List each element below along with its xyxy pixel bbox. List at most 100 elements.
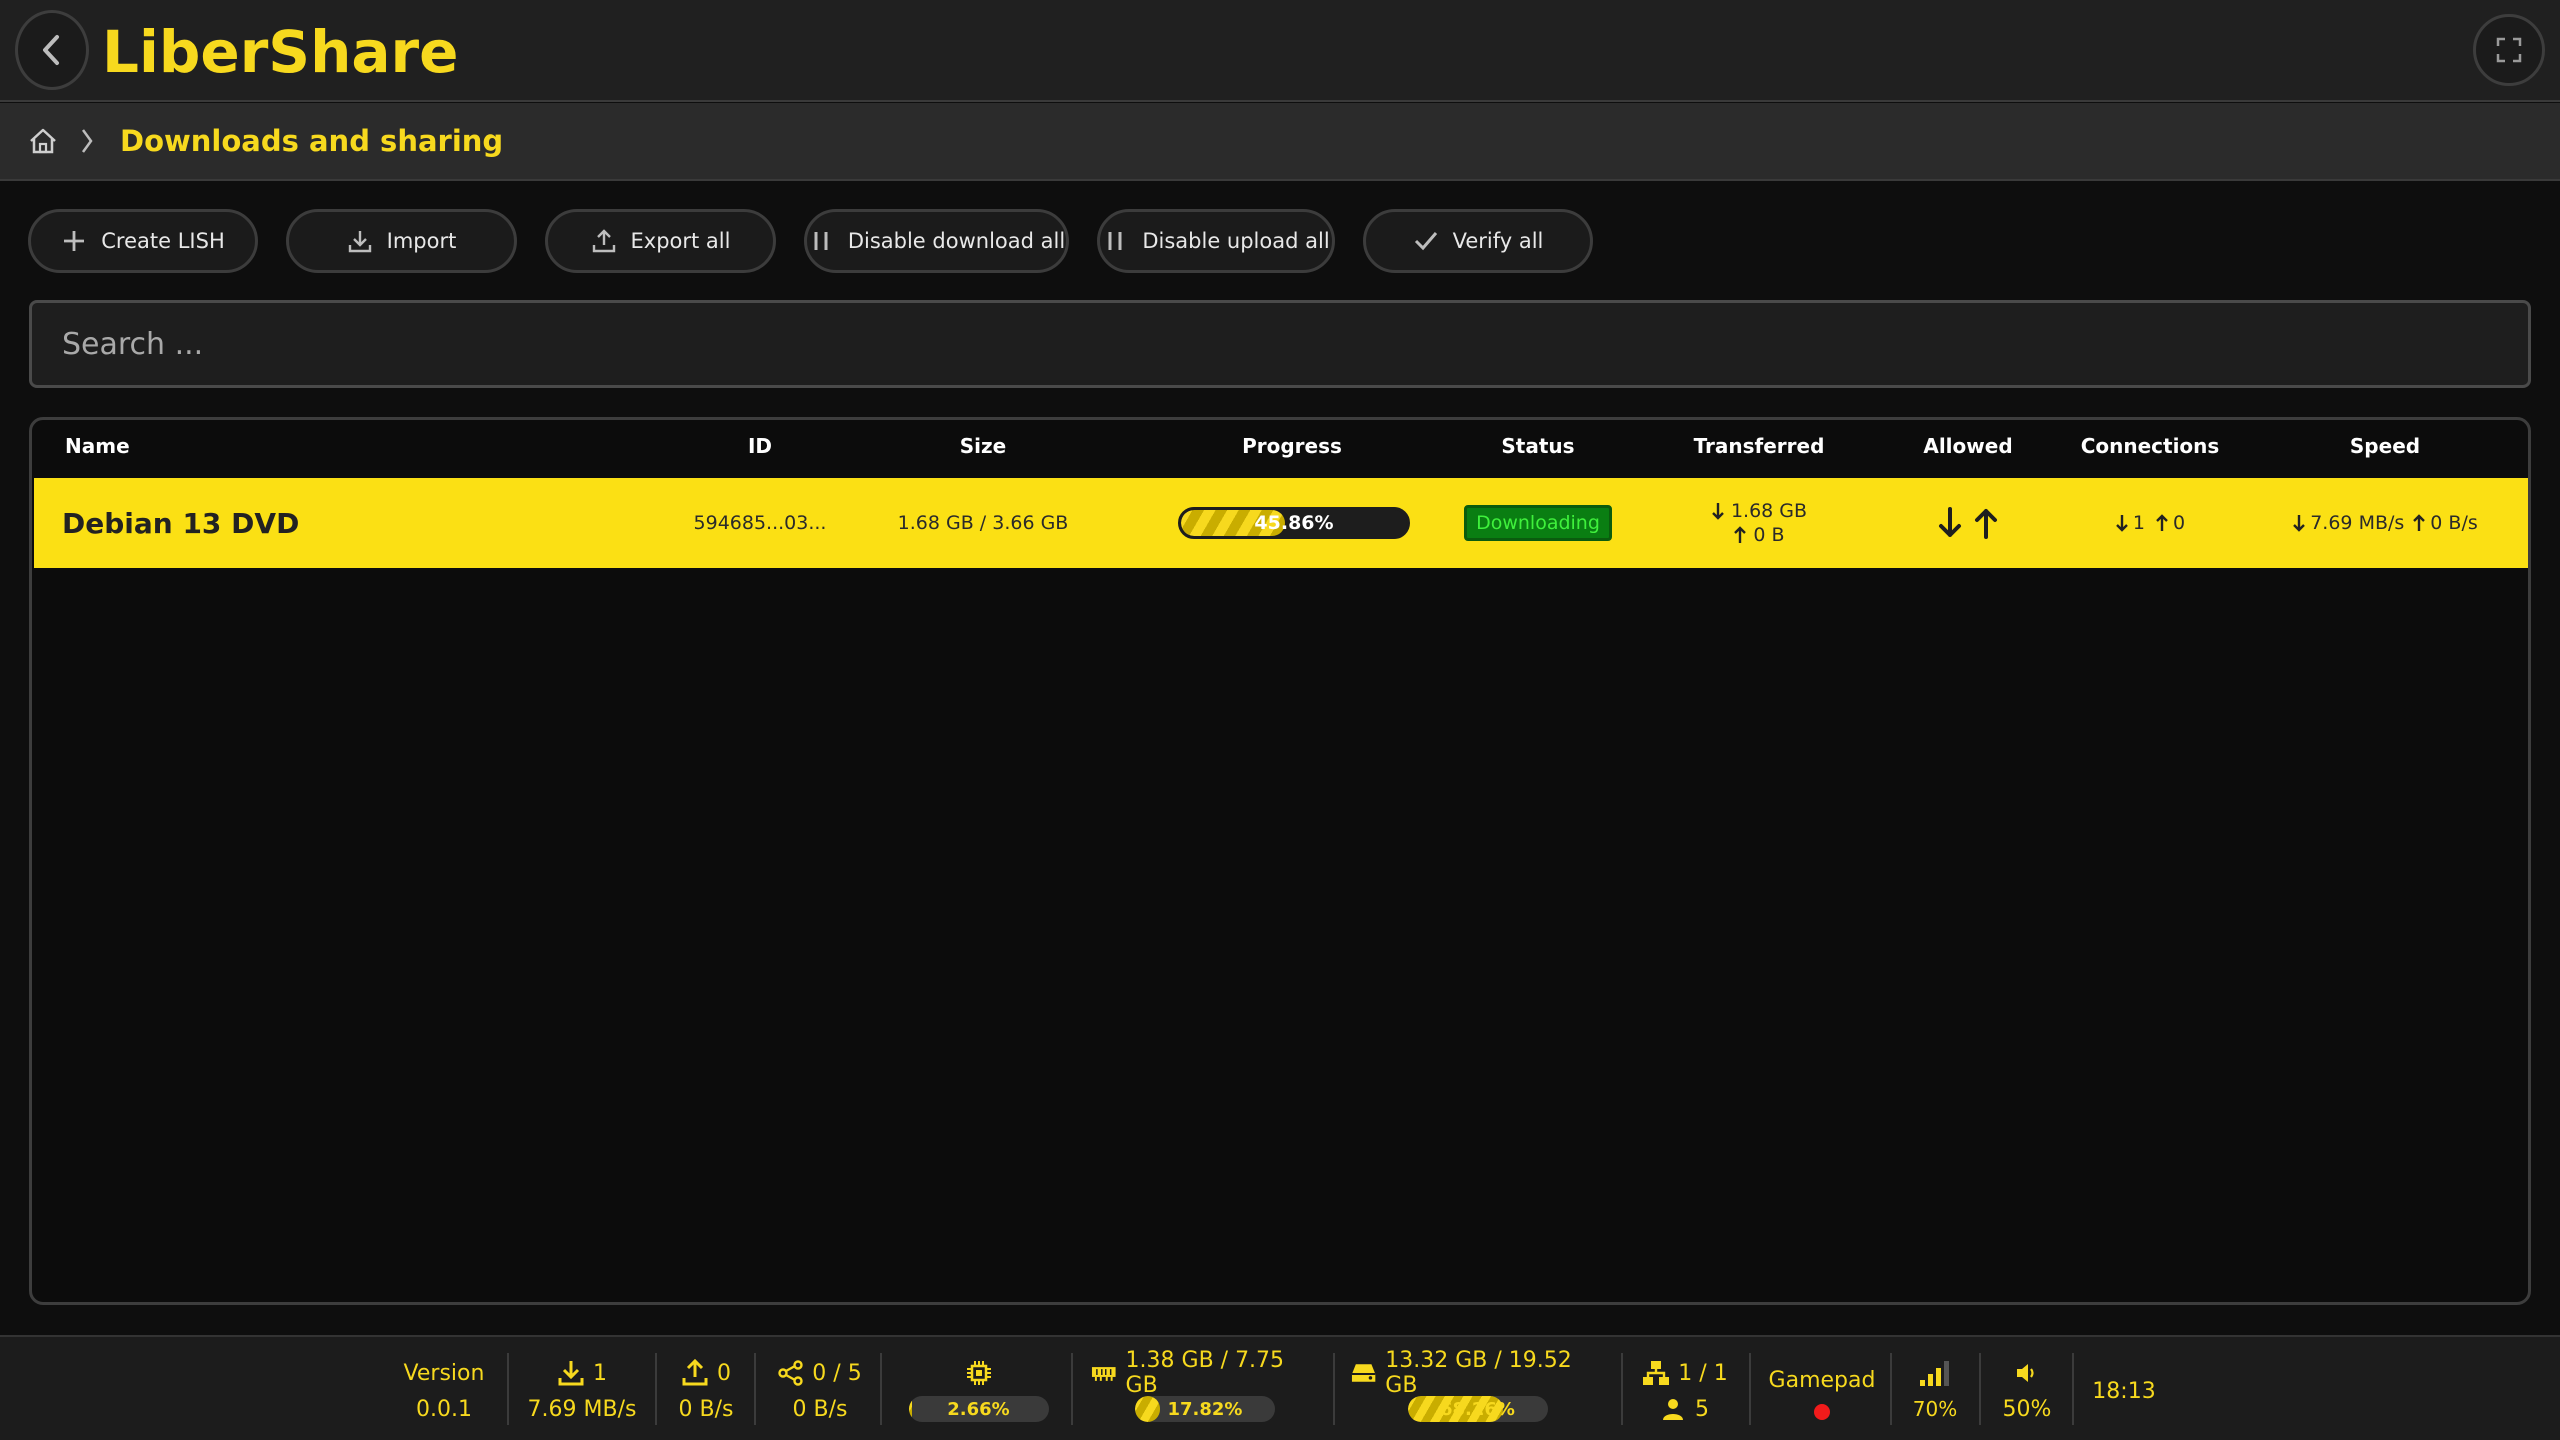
- downloads-stat[interactable]: 1 7.69 MB/s: [522, 1351, 642, 1431]
- row-size: 1.68 GB / 3.66 GB: [897, 512, 1069, 534]
- row-speed: 7.69 MB/s 0 B/s: [2235, 478, 2528, 568]
- share-icon: [778, 1360, 803, 1386]
- gamepad-label: Gamepad: [1768, 1367, 1876, 1393]
- verify-all-button[interactable]: Verify all: [1363, 209, 1593, 273]
- ram-bar: 17.82%: [1135, 1396, 1275, 1422]
- upload-allowed-icon[interactable]: [1973, 507, 1999, 539]
- volume-stat[interactable]: 50%: [1990, 1351, 2064, 1431]
- export-icon: [591, 228, 617, 254]
- column-header-connections[interactable]: Connections: [2050, 434, 2250, 458]
- export-all-button[interactable]: Export all: [545, 209, 776, 273]
- download-allowed-icon[interactable]: [1937, 507, 1963, 539]
- import-button[interactable]: Import: [286, 209, 517, 273]
- divider: [1890, 1353, 1892, 1425]
- app-title: LiberShare: [102, 18, 459, 86]
- arrow-down-icon: [1712, 503, 1724, 520]
- disable-download-all-label: Disable download all: [847, 229, 1066, 253]
- disk-bar: 68.26%: [1407, 1396, 1548, 1422]
- divider: [1071, 1353, 1073, 1425]
- volume-icon: [2017, 1364, 2034, 1382]
- peers-count: 5: [1695, 1396, 1709, 1422]
- signal-icon: [1920, 1361, 1949, 1386]
- column-header-allowed[interactable]: Allowed: [1868, 434, 2068, 458]
- divider: [880, 1353, 882, 1425]
- column-header-transferred[interactable]: Transferred: [1659, 434, 1859, 458]
- transferred-down: 1.68 GB: [1730, 500, 1808, 522]
- uploads-count: 0: [717, 1360, 731, 1386]
- download-icon: [558, 1361, 584, 1386]
- column-header-name[interactable]: Name: [65, 434, 130, 458]
- progress-text: 45.86%: [1254, 512, 1334, 534]
- arrow-up-icon: [2156, 514, 2168, 531]
- disable-upload-all-button[interactable]: Disable upload all: [1097, 209, 1335, 273]
- column-header-id[interactable]: ID: [700, 434, 820, 458]
- downloads-table: Name ID Size Progress Status Transferred…: [29, 417, 2531, 1305]
- share-speed: 0 B/s: [792, 1396, 848, 1422]
- row-transferred: 1.68 GB 0 B: [1659, 478, 1859, 568]
- breadcrumb-current: Downloads and sharing: [120, 124, 504, 158]
- clock-time: 18:13: [2092, 1378, 2156, 1404]
- speed-down: 7.69 MB/s: [2310, 512, 2405, 534]
- column-header-progress[interactable]: Progress: [1192, 434, 1392, 458]
- fullscreen-icon: [2496, 37, 2522, 63]
- create-lish-button[interactable]: Create LISH: [28, 209, 258, 273]
- uploads-stat[interactable]: 0 0 B/s: [666, 1351, 746, 1431]
- disk-stat[interactable]: 13.32 GB / 19.52 GB 68.26%: [1350, 1348, 1605, 1431]
- column-header-status[interactable]: Status: [1438, 434, 1638, 458]
- volume-value: 50%: [2002, 1396, 2052, 1422]
- home-icon[interactable]: [28, 125, 60, 157]
- column-header-speed[interactable]: Speed: [2285, 434, 2485, 458]
- arrow-down-icon: [2116, 515, 2128, 532]
- ram-stat[interactable]: 1.38 GB / 7.75 GB 17.82%: [1090, 1348, 1320, 1431]
- network-count: 1 / 1: [1678, 1360, 1728, 1386]
- export-all-label: Export all: [630, 229, 731, 253]
- shares-stat[interactable]: 0 / 5 0 B/s: [765, 1351, 875, 1431]
- disk-text: 68.26%: [1440, 1398, 1515, 1420]
- status-bar: Version 0.0.1 1 7.69 MB/s 0 0 B/s 0 / 5 …: [0, 1335, 2560, 1440]
- divider: [1621, 1353, 1623, 1425]
- create-lish-label: Create LISH: [101, 229, 225, 253]
- back-button[interactable]: [15, 10, 89, 90]
- divider: [1333, 1353, 1335, 1425]
- shares-count: 0 / 5: [812, 1360, 862, 1386]
- cpu-stat[interactable]: 2.66%: [906, 1351, 1051, 1431]
- plus-icon: [61, 228, 87, 254]
- upload-icon: [682, 1359, 708, 1386]
- divider: [754, 1353, 756, 1425]
- divider: [1979, 1353, 1981, 1425]
- upload-speed: 0 B/s: [678, 1396, 734, 1422]
- divider: [655, 1353, 657, 1425]
- pause-icon: [808, 228, 834, 254]
- toolbar: Create LISH Import Export all Disable do…: [28, 209, 1621, 273]
- fullscreen-button[interactable]: [2473, 14, 2545, 86]
- signal-stat[interactable]: 70%: [1900, 1351, 1970, 1431]
- ram-icon: [1091, 1367, 1116, 1381]
- disable-upload-all-label: Disable upload all: [1142, 229, 1330, 253]
- version-label: Version: [403, 1360, 485, 1386]
- clock: 18:13: [2084, 1351, 2164, 1431]
- table-row[interactable]: Debian 13 DVD 594685...03... 1.68 GB / 3…: [34, 478, 2528, 568]
- version-value: 0.0.1: [416, 1396, 472, 1422]
- disable-download-all-button[interactable]: Disable download all: [804, 209, 1069, 273]
- row-id: 594685...03...: [693, 512, 827, 534]
- gamepad-status-dot: [1814, 1404, 1830, 1420]
- connections-up: 0: [2173, 512, 2186, 534]
- divider: [2072, 1353, 2074, 1425]
- divider: [507, 1353, 509, 1425]
- version-info: Version 0.0.1: [386, 1351, 502, 1431]
- transferred-up: 0 B: [1753, 524, 1785, 546]
- cpu-bar: 2.66%: [908, 1396, 1049, 1422]
- column-header-size[interactable]: Size: [923, 434, 1043, 458]
- check-icon: [1413, 228, 1439, 254]
- cpu-icon: [966, 1361, 991, 1385]
- status-badge: Downloading: [1464, 505, 1612, 541]
- search-input[interactable]: [29, 300, 2531, 388]
- breadcrumb: Downloads and sharing: [0, 103, 2560, 181]
- network-stat[interactable]: 1 / 1 5: [1635, 1351, 1735, 1431]
- chevron-right-icon: [80, 126, 100, 156]
- progress-bar: 45.86%: [1178, 507, 1410, 539]
- gamepad-stat[interactable]: Gamepad: [1762, 1351, 1882, 1431]
- arrow-up-icon: [1734, 526, 1747, 543]
- chevron-left-icon: [43, 35, 59, 65]
- arrow-down-icon: [2293, 515, 2306, 532]
